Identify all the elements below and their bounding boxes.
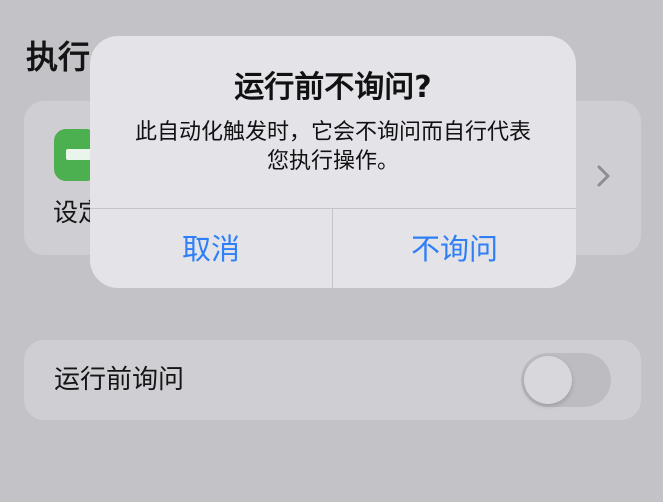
toggle-knob xyxy=(524,356,572,404)
dont-ask-button[interactable]: 不询问 xyxy=(333,209,576,288)
cancel-button[interactable]: 取消 xyxy=(90,209,332,288)
ask-before-running-label: 运行前询问 xyxy=(54,365,185,395)
ask-before-running-toggle[interactable] xyxy=(521,353,611,407)
ask-before-running-row: 运行前询问 xyxy=(24,340,641,420)
section-title: 执行 xyxy=(26,38,91,76)
chevron-right-icon xyxy=(597,165,610,187)
alert-message: 此自动化触发时，它会不询问而自行代表您执行操作。 xyxy=(134,120,531,174)
alert-dialog: 运行前不询问? 此自动化触发时，它会不询问而自行代表您执行操作。 取消 不询问 xyxy=(90,36,576,288)
alert-title: 运行前不询问? xyxy=(234,70,432,105)
